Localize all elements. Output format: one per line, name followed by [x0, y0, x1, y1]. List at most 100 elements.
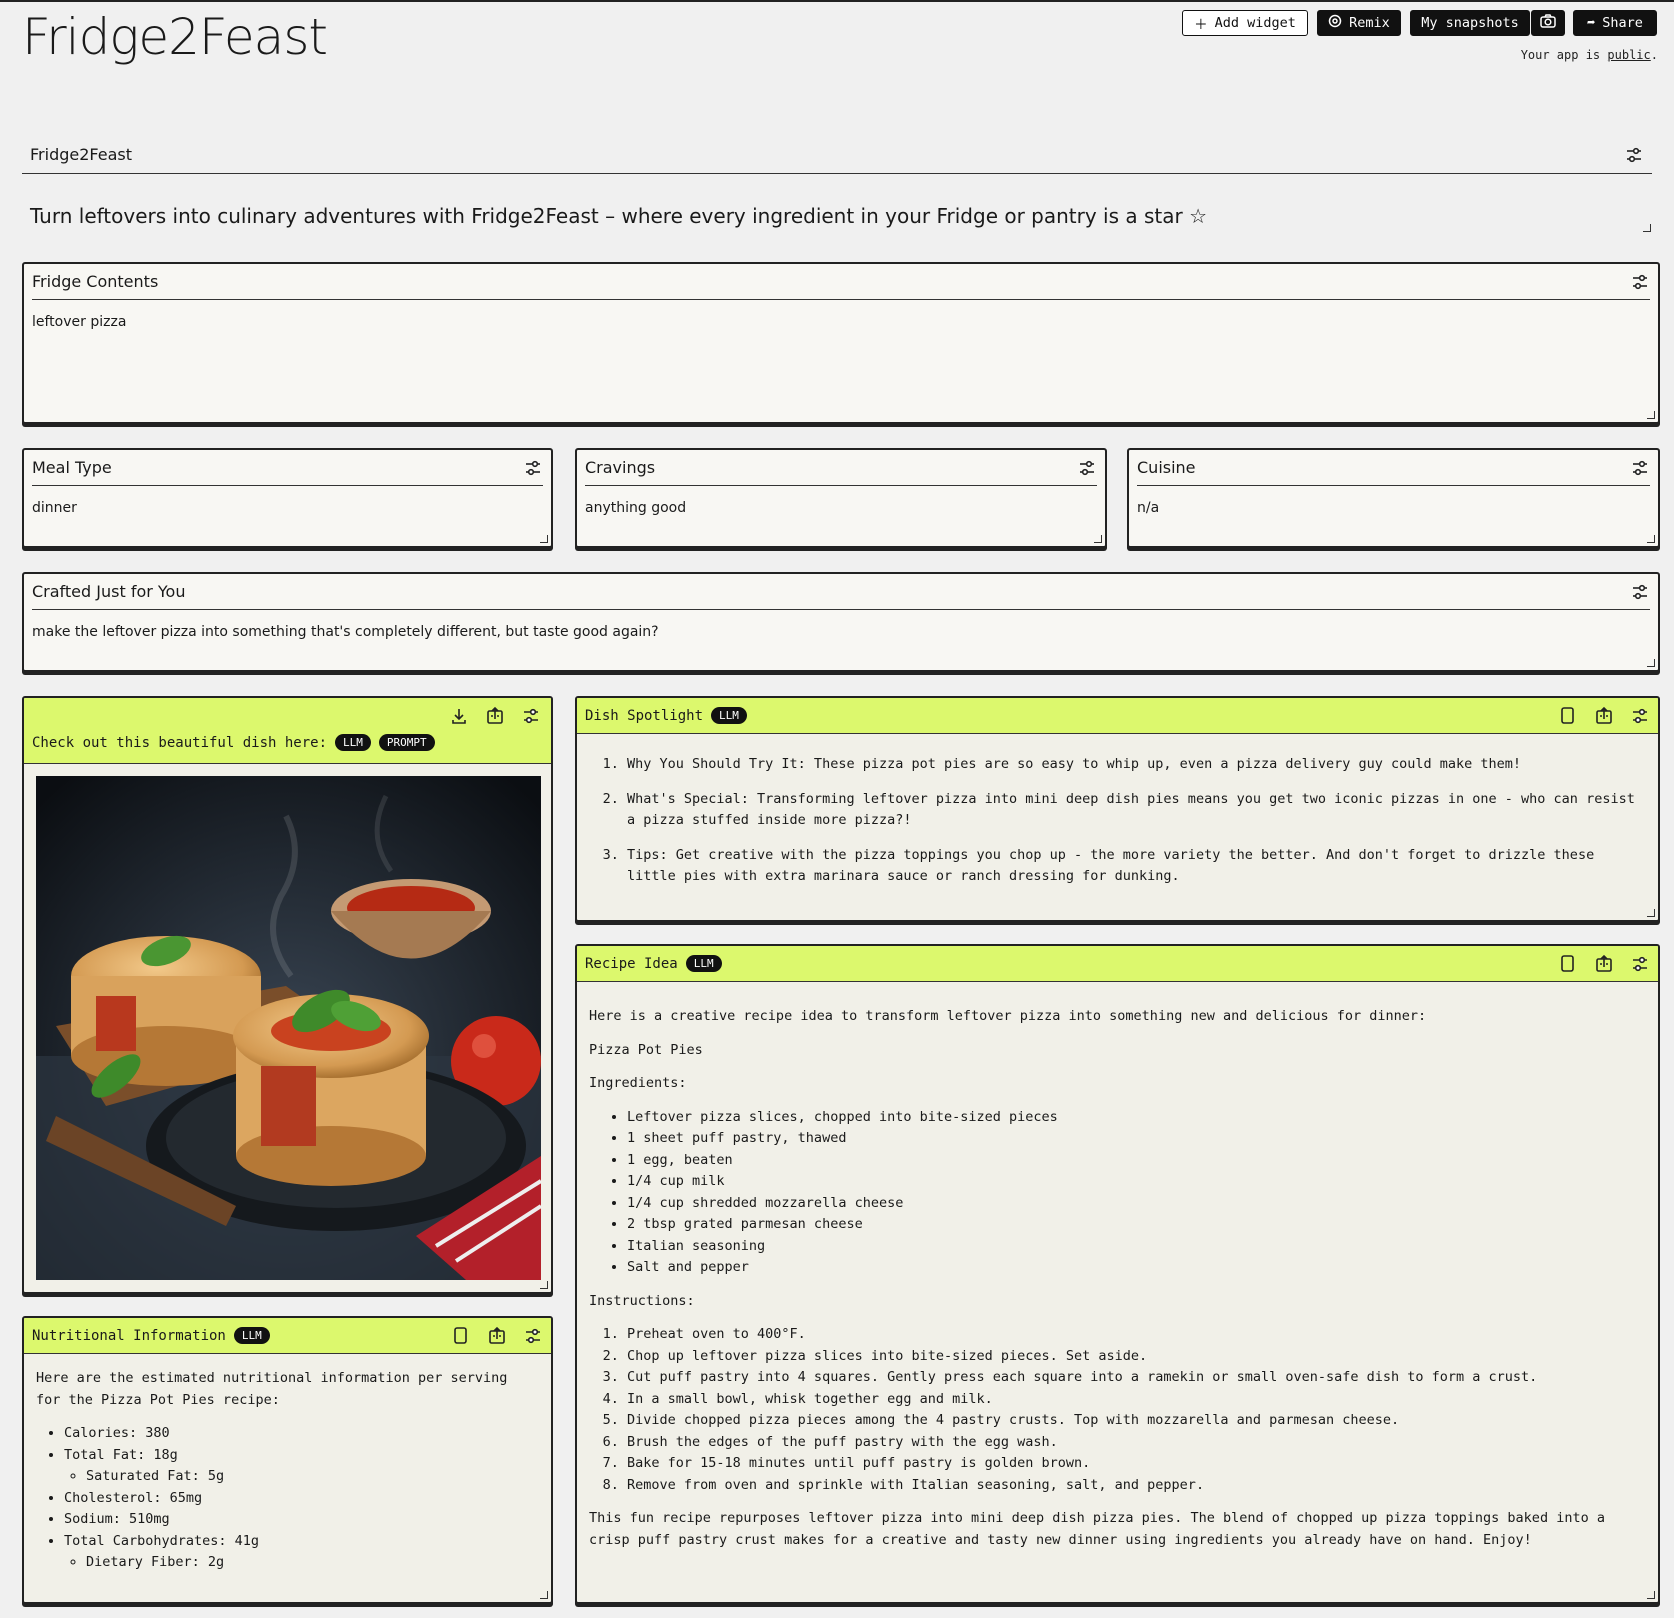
list-item: Cholesterol: 65mg	[64, 1488, 539, 1510]
list-item: Bake for 15-18 minutes until puff pastry…	[627, 1453, 1646, 1475]
list-item: Sodium: 510mg	[64, 1509, 539, 1531]
recipe-idea-panel: Recipe Idea LLM Here is a creative recip…	[575, 944, 1660, 1604]
nutrition-content: Here are the estimated nutritional infor…	[24, 1354, 551, 1588]
settings-icon[interactable]	[1630, 458, 1650, 478]
resize-handle[interactable]	[1643, 224, 1651, 232]
panel-title: Dish Spotlight LLM	[585, 707, 747, 724]
sub-list: Dietary Fiber: 2g	[64, 1552, 539, 1574]
settings-icon[interactable]	[1630, 582, 1650, 602]
settings-icon[interactable]	[1630, 954, 1650, 974]
meal-type-panel: Meal Type dinner	[22, 448, 553, 548]
list-item: Total Carbohydrates: 41g Dietary Fiber: …	[64, 1531, 539, 1574]
instructions-label: Instructions:	[589, 1292, 695, 1309]
list-item: 1 sheet puff pastry, thawed	[627, 1128, 1646, 1150]
list-item: Calories: 380	[64, 1423, 539, 1445]
list-item: Preheat oven to 400°F.	[627, 1324, 1646, 1346]
export-icon[interactable]	[1594, 706, 1614, 726]
dish-image-panel: Check out this beautiful dish here: LLM …	[22, 696, 553, 1294]
list-item: Dietary Fiber: 2g	[86, 1552, 539, 1574]
fridge-contents-input[interactable]: leftover pizza	[24, 300, 1658, 344]
list-item: 2 tbsp grated parmesan cheese	[627, 1214, 1646, 1236]
resize-handle[interactable]	[540, 535, 548, 543]
download-icon[interactable]	[449, 706, 469, 726]
recipe-intro: Here is a creative recipe idea to transf…	[589, 1008, 1427, 1024]
copy-icon[interactable]	[1558, 706, 1578, 726]
panel-header: Crafted Just for You	[32, 574, 1650, 610]
panel-actions	[1558, 706, 1650, 726]
my-snapshots-label: My snapshots	[1421, 15, 1519, 31]
nutrition-list: Calories: 380 Total Fat: 18g Saturated F…	[36, 1423, 539, 1574]
instructions-list: Preheat oven to 400°F.Chop up leftover p…	[589, 1324, 1646, 1496]
cuisine-input[interactable]: n/a	[1129, 486, 1658, 530]
panel-title: Nutritional Information LLM	[32, 1327, 270, 1344]
remix-icon	[1328, 14, 1342, 32]
recipe-name: Pizza Pot Pies	[589, 1041, 703, 1058]
public-link[interactable]: public	[1607, 48, 1650, 62]
resize-handle[interactable]	[1647, 535, 1655, 543]
resize-handle[interactable]	[540, 1281, 548, 1289]
meal-type-label: Meal Type	[32, 458, 112, 477]
llm-badge: LLM	[335, 734, 371, 751]
resize-handle[interactable]	[1647, 909, 1655, 917]
add-widget-button[interactable]: ＋ Add widget	[1182, 10, 1308, 36]
plus-icon: ＋	[1194, 17, 1208, 33]
camera-icon	[1540, 14, 1556, 32]
llm-badge: LLM	[685, 955, 722, 972]
nutrition-panel: Nutritional Information LLM Here are the…	[22, 1316, 553, 1604]
settings-icon[interactable]	[523, 458, 543, 478]
meal-type-input[interactable]: dinner	[24, 486, 551, 530]
list-item: Salt and pepper	[627, 1257, 1646, 1279]
snapshot-camera-button[interactable]	[1531, 10, 1565, 36]
list-item: 1 egg, beaten	[627, 1150, 1646, 1172]
panel-header: Fridge Contents	[32, 264, 1650, 300]
top-border	[0, 0, 1674, 2]
copy-icon[interactable]	[1558, 954, 1578, 974]
list-item: Remove from oven and sprinkle with Itali…	[627, 1475, 1646, 1497]
list-item: Total Fat: 18g Saturated Fat: 5g	[64, 1445, 539, 1488]
resize-handle[interactable]	[1647, 659, 1655, 667]
share-button[interactable]: ➦ Share	[1573, 10, 1657, 36]
panel-header: Meal Type	[32, 450, 543, 486]
export-icon[interactable]	[1594, 954, 1614, 974]
panel-title: Check out this beautiful dish here: LLM …	[32, 734, 435, 751]
total-carbs: Total Carbohydrates: 41g	[64, 1532, 260, 1549]
crafted-input[interactable]: make the leftover pizza into something t…	[24, 610, 1658, 654]
spotlight-title: Dish Spotlight	[585, 707, 704, 724]
header-row: Fridge2Feast	[22, 136, 1652, 174]
spotlight-list: Why You Should Try It: These pizza pot p…	[589, 754, 1646, 888]
settings-icon[interactable]	[1624, 145, 1644, 165]
panel-actions	[1558, 954, 1650, 974]
settings-icon[interactable]	[1630, 272, 1650, 292]
fridge-contents-panel: Fridge Contents leftover pizza	[22, 262, 1660, 424]
list-item: Why You Should Try It: These pizza pot p…	[627, 754, 1646, 776]
panel-title: Recipe Idea LLM	[585, 955, 722, 972]
cravings-input[interactable]: anything good	[577, 486, 1105, 530]
panel-header: Recipe Idea LLM	[577, 946, 1658, 982]
resize-handle[interactable]	[1647, 411, 1655, 419]
resize-handle[interactable]	[1094, 535, 1102, 543]
panel-header: Cravings	[585, 450, 1097, 486]
cuisine-panel: Cuisine n/a	[1127, 448, 1660, 548]
header-title: Fridge2Feast	[30, 145, 132, 164]
export-icon[interactable]	[485, 706, 505, 726]
public-prefix: Your app is	[1520, 48, 1601, 62]
header-section: Fridge2Feast	[22, 136, 1652, 174]
list-item: Divide chopped pizza pieces among the 4 …	[627, 1410, 1646, 1432]
recipe-content: Here is a creative recipe idea to transf…	[577, 982, 1658, 1577]
settings-icon[interactable]	[521, 706, 541, 726]
spotlight-content: Why You Should Try It: These pizza pot p…	[577, 734, 1658, 902]
copy-icon[interactable]	[451, 1326, 471, 1346]
export-icon[interactable]	[487, 1326, 507, 1346]
settings-icon[interactable]	[523, 1326, 543, 1346]
prompt-badge[interactable]: PROMPT	[378, 734, 435, 751]
resize-handle[interactable]	[540, 1591, 548, 1599]
resize-handle[interactable]	[1647, 1591, 1655, 1599]
settings-icon[interactable]	[1630, 706, 1650, 726]
my-snapshots-button[interactable]: My snapshots	[1410, 10, 1530, 36]
ingredients-label: Ingredients:	[589, 1075, 687, 1091]
settings-icon[interactable]	[1077, 458, 1097, 478]
crafted-panel: Crafted Just for You make the leftover p…	[22, 572, 1660, 672]
remix-label: Remix	[1349, 15, 1390, 31]
remix-button[interactable]: Remix	[1317, 10, 1401, 36]
list-item: Saturated Fat: 5g	[86, 1466, 539, 1488]
